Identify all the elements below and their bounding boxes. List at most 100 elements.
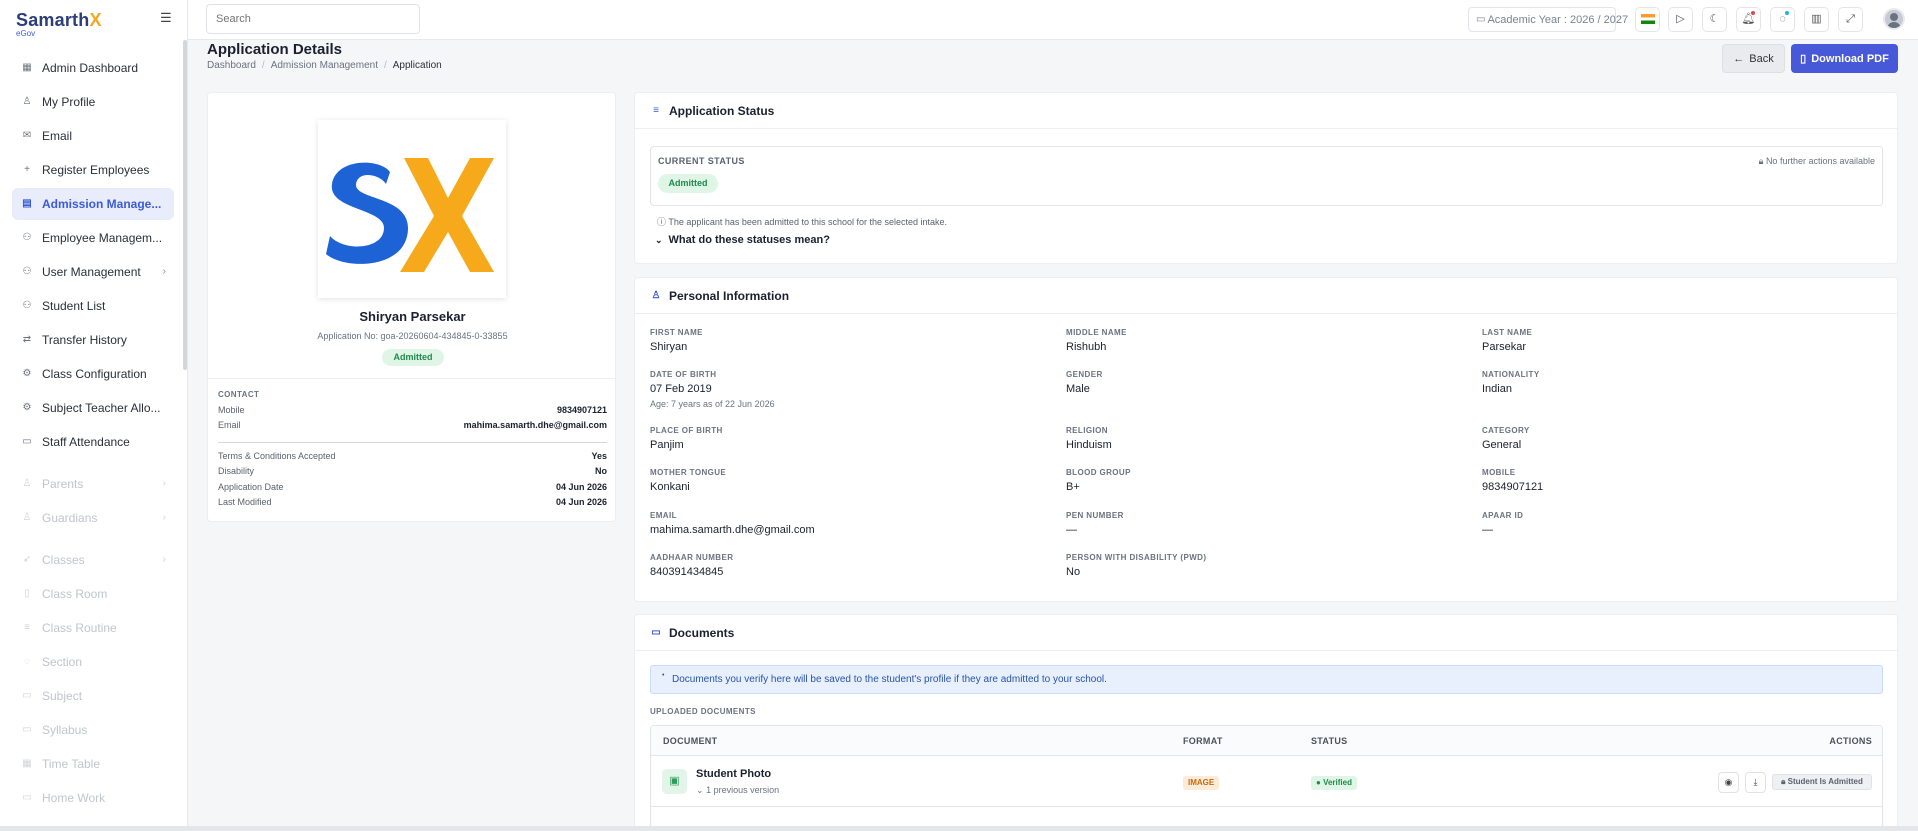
list-icon: ≡ xyxy=(24,622,30,633)
previous-version-toggle[interactable]: ⌄ 1 previous version xyxy=(696,785,779,796)
student-photo xyxy=(318,120,506,298)
arrow-left-icon: ← xyxy=(1733,52,1745,65)
field-value: B+ xyxy=(1066,481,1080,493)
application-status-header: ≡ Application Status xyxy=(635,93,1897,129)
gear-icon: ⚙ xyxy=(22,368,32,379)
sidebar-item-label: Email xyxy=(42,129,73,143)
field-mother-tongue: MOTHER TONGUE Konkani xyxy=(650,468,1050,493)
view-document-button[interactable]: ◉ xyxy=(1718,772,1739,793)
verified-badge: ● Verified xyxy=(1311,776,1357,790)
sidebar-item-my-profile[interactable]: ♙ My Profile xyxy=(12,86,174,118)
field-value: — xyxy=(1482,524,1493,536)
sidebar-item-register-employees[interactable]: + Register Employees xyxy=(12,154,174,186)
field-subtext: Age: 7 years as of 22 Jun 2026 xyxy=(650,399,775,409)
sidebar-scrollbar[interactable] xyxy=(183,40,187,370)
door-icon: ▯ xyxy=(24,588,30,599)
sidebar-item-user-management[interactable]: ⚇ User Management › xyxy=(12,256,174,288)
sidebar-item-transfer-history[interactable]: ⇄ Transfer History xyxy=(12,324,174,356)
field-value: 07 Feb 2019 xyxy=(650,383,712,395)
divider xyxy=(218,442,607,443)
field-label: PEN NUMBER xyxy=(1066,511,1124,520)
sidebar-item-section: ◌ Section xyxy=(12,646,174,678)
field-label: MIDDLE NAME xyxy=(1066,328,1127,337)
chart-icon[interactable]: ▥ xyxy=(1804,7,1829,32)
sidebar-item-label: Employee Managem... xyxy=(42,231,163,245)
field-value: Rishubh xyxy=(1066,341,1107,353)
field-value: — xyxy=(1066,524,1077,536)
rocket-icon: ➶ xyxy=(22,554,32,565)
gear-icon: ⚙ xyxy=(22,402,32,413)
sidebar-item-employee-managem[interactable]: ⚇ Employee Managem... xyxy=(12,222,174,254)
chevron-right-icon: › xyxy=(162,554,166,565)
statuses-explainer-toggle[interactable]: ⌄ What do these statuses mean? xyxy=(655,234,830,246)
avatar[interactable] xyxy=(1883,8,1905,30)
documents-table-header: DOCUMENT FORMAT STATUS ACTIONS xyxy=(651,726,1882,756)
uploaded-documents-label: UPLOADED DOCUMENTS xyxy=(650,707,756,716)
application-number: Application No: goa-20260604-434845-0-33… xyxy=(317,331,508,341)
field-religion: RELIGION Hinduism xyxy=(1066,426,1466,451)
horizontal-scrollbar[interactable] xyxy=(0,826,1918,831)
play-icon[interactable]: ▷ xyxy=(1668,7,1693,32)
breadcrumb-admission-management[interactable]: Admission Management xyxy=(271,60,378,71)
sidebar-item-label: Admin Dashboard xyxy=(42,61,139,75)
breadcrumb-dashboard[interactable]: Dashboard xyxy=(207,60,256,71)
moon-icon[interactable]: ☾ xyxy=(1702,7,1727,32)
chevron-right-icon: › xyxy=(162,478,166,489)
field-value: 9834907121 xyxy=(1482,481,1544,493)
field-label: RELIGION xyxy=(1066,426,1108,435)
sidebar-item-label: Admission Manage... xyxy=(42,197,162,211)
student-name: Shiryan Parsekar xyxy=(359,309,466,324)
sidebar-item-label: User Management xyxy=(42,265,141,279)
documents-table: DOCUMENT FORMAT STATUS ACTIONS ▣ Student… xyxy=(650,725,1883,831)
field-value: Indian xyxy=(1482,383,1512,395)
field-label: AADHAAR NUMBER xyxy=(650,553,734,562)
sidebar-item-class-routine: ≡ Class Routine xyxy=(12,612,174,644)
divider xyxy=(208,378,615,379)
personal-information-header: ♙ Personal Information xyxy=(635,278,1897,314)
language-flag-button[interactable] xyxy=(1635,7,1660,32)
column-actions: ACTIONS xyxy=(1829,736,1872,746)
search-input[interactable] xyxy=(206,4,420,34)
back-button[interactable]: ← Back xyxy=(1722,44,1785,73)
sidebar: SamarthX eGov ☰ ▦ Admin Dashboard ♙ My Prof… xyxy=(0,0,188,831)
sidebar-item-class-configuration[interactable]: ⚙ Class Configuration xyxy=(12,358,174,390)
fullscreen-icon[interactable]: ⤢ xyxy=(1838,7,1863,32)
eye-icon: ◉ xyxy=(1724,777,1733,787)
user-icon: ♙ xyxy=(22,512,32,523)
sidebar-item-admin-dashboard[interactable]: ▦ Admin Dashboard xyxy=(12,52,174,84)
sidebar-item-email[interactable]: ✉ Email xyxy=(12,120,174,152)
field-label: PERSON WITH DISABILITY (PWD) xyxy=(1066,553,1207,562)
chat-dot xyxy=(1785,11,1789,15)
sidebar-item-parents: ♙ Parents › xyxy=(12,468,174,500)
field-place-of-birth: PLACE OF BIRTH Panjim xyxy=(650,426,1050,451)
sidebar-item-staff-attendance[interactable]: ▭ Staff Attendance xyxy=(12,426,174,458)
download-document-button[interactable]: ⤓ xyxy=(1745,772,1766,793)
sidebar-item-subject-teacher-allo[interactable]: ⚙ Subject Teacher Allo... xyxy=(12,392,174,424)
sidebar-item-label: Class Routine xyxy=(42,621,117,635)
sidebar-item-admission-manage[interactable]: ▤ Admission Manage... xyxy=(12,188,174,220)
circle-icon: ◌ xyxy=(24,656,30,667)
contact-row-mobile: Mobile 9834907121 xyxy=(218,405,607,415)
academic-year-label: Academic Year : 2026 / 2027 xyxy=(1487,13,1629,26)
chat-icon[interactable]: ◌ xyxy=(1770,7,1795,32)
image-icon: ▣ xyxy=(662,769,687,794)
field-mobile: MOBILE 9834907121 xyxy=(1482,468,1882,493)
field-pen-number: PEN NUMBER — xyxy=(1066,511,1466,536)
app-logo[interactable]: SamarthX eGov xyxy=(16,10,102,38)
users-icon: ⚇ xyxy=(22,232,32,243)
users-icon: ⚇ xyxy=(22,266,32,277)
download-pdf-button[interactable]: ▯ Download PDF xyxy=(1791,44,1898,73)
column-document: DOCUMENT xyxy=(663,736,718,746)
menu-toggle-icon[interactable]: ☰ xyxy=(160,11,174,24)
user-icon: ♙ xyxy=(651,290,661,301)
field-label: LAST NAME xyxy=(1482,328,1533,337)
academic-year-selector[interactable]: ▭ Academic Year : 2026 / 2027 xyxy=(1468,7,1628,32)
field-category: CATEGORY General xyxy=(1482,426,1882,451)
sidebar-item-subject: ▭ Subject xyxy=(12,680,174,712)
bell-icon[interactable]: 🔔︎ xyxy=(1736,7,1761,32)
sidebar-item-student-list[interactable]: ⚇ Student List xyxy=(12,290,174,322)
field-person-with-disability-pwd: PERSON WITH DISABILITY (PWD) No xyxy=(1066,553,1466,578)
field-middle-name: MIDDLE NAME Rishubh xyxy=(1066,328,1466,353)
book-icon: ▭ xyxy=(22,690,32,701)
format-badge: IMAGE xyxy=(1183,776,1220,790)
